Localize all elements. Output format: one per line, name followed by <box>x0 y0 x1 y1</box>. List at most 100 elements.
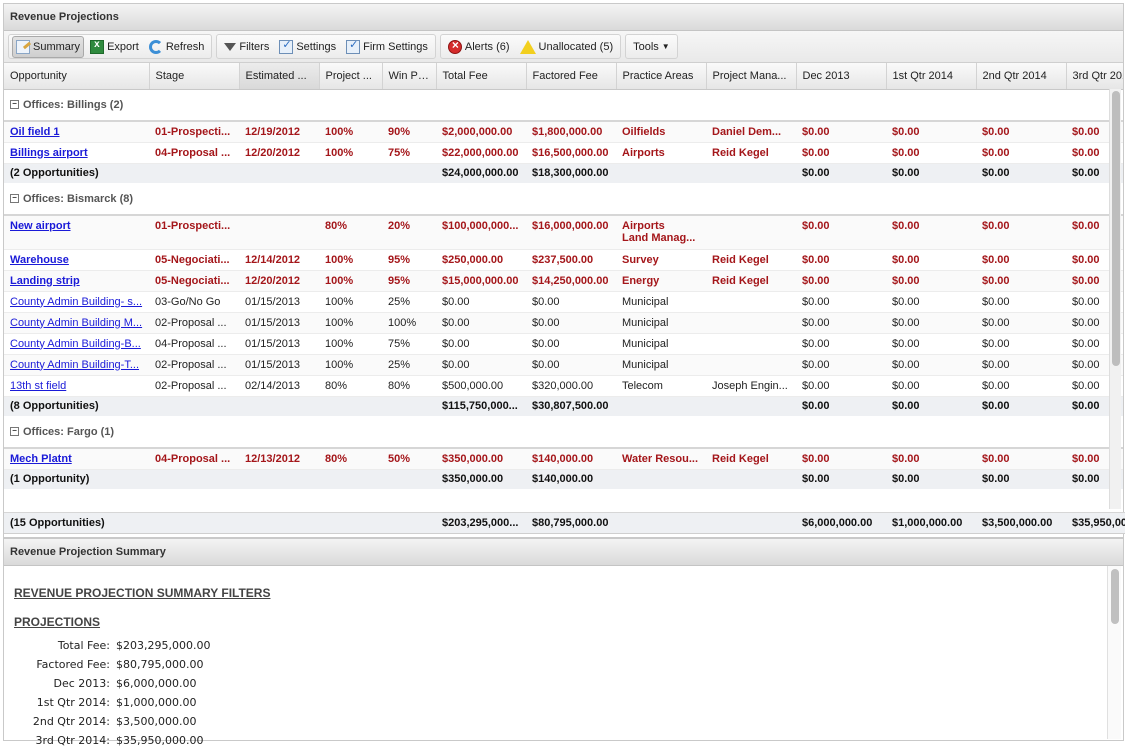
cell: $0.00 <box>436 333 526 355</box>
column-header[interactable]: Estimated ... <box>239 63 320 90</box>
filters-button[interactable]: Filters <box>220 36 273 58</box>
grid-vertical-scrollbar[interactable] <box>1109 89 1121 509</box>
cell: $0.00 <box>976 142 1066 164</box>
subtotal-cell: $0.00 <box>976 469 1066 489</box>
table-row[interactable]: County Admin Building-B... 04-Proposal ..… <box>4 333 1123 355</box>
cell: $250,000.00 <box>436 249 526 271</box>
subtotal-row: (2 Opportunities) $24,000,000.00 $18,300,0… <box>4 163 1123 183</box>
summary-button[interactable]: Summary <box>12 35 85 58</box>
filters-label: Filters <box>239 40 270 53</box>
group-label: Offices: Billings (2) <box>23 98 124 111</box>
cell: $0.00 <box>886 333 976 355</box>
subtotal-cell: $0.00 <box>796 469 886 489</box>
opportunity-link[interactable]: Landing strip <box>10 275 80 287</box>
unallocated-button[interactable]: Unallocated (5) <box>516 36 618 58</box>
subtotal-cell <box>239 396 319 416</box>
table-row[interactable]: Warehouse 05-Negociati... 12/14/2012 100% 95… <box>4 249 1123 271</box>
projection-row: 1st Qtr 2014: $1,000,000.00 <box>16 694 212 711</box>
cell: $0.00 <box>886 375 976 397</box>
tools-label: Tools <box>633 40 659 53</box>
table-row[interactable]: Billings airport 04-Proposal ... 12/20/201… <box>4 142 1123 164</box>
table-row[interactable]: New airport 01-Prospecti... 80% 20% $100,000… <box>4 215 1123 250</box>
table-row[interactable]: County Admin Building-T... 02-Proposal ..… <box>4 354 1123 376</box>
cell: Warehouse <box>4 249 149 271</box>
subtotal-cell: $0.00 <box>886 163 976 183</box>
column-header[interactable]: Stage <box>149 63 240 90</box>
cell: 02-Proposal ... <box>149 312 239 334</box>
opportunity-link[interactable]: County Admin Building-B... <box>10 338 141 350</box>
projection-row: 2nd Qtr 2014: $3,500,000.00 <box>16 713 212 730</box>
column-header[interactable]: Practice Areas <box>616 63 707 90</box>
table-row[interactable]: Landing strip 05-Negociati... 12/20/2012 10… <box>4 270 1123 292</box>
opportunity-link[interactable]: 13th st field <box>10 380 66 392</box>
column-header[interactable]: 3rd Qtr 2014 <box>1066 63 1123 90</box>
cell: 100% <box>319 312 382 334</box>
settings-label: Settings <box>296 40 337 53</box>
cell: $0.00 <box>976 375 1066 397</box>
scrollbar-thumb[interactable] <box>1111 569 1119 624</box>
scrollbar-thumb[interactable] <box>1112 91 1120 366</box>
cell: $22,000,000.00 <box>436 142 526 164</box>
column-header[interactable]: Win Pr... <box>382 63 437 90</box>
firm-settings-button[interactable]: Firm Settings <box>342 36 432 58</box>
excel-icon <box>90 39 105 54</box>
collapse-toggle-icon[interactable]: − <box>10 100 19 110</box>
subtotal-cell <box>382 469 436 489</box>
opportunity-link[interactable]: County Admin Building- s... <box>10 296 142 308</box>
column-header[interactable]: Project Mana... <box>706 63 797 90</box>
table-row[interactable]: Oil field 1 01-Prospecti... 12/19/2012 100%… <box>4 121 1123 143</box>
subtotal-cell <box>616 163 706 183</box>
opportunity-link[interactable]: Warehouse <box>10 254 69 266</box>
cell: $0.00 <box>796 215 886 250</box>
alerts-button[interactable]: Alerts (6) <box>444 36 514 58</box>
opportunities-grid: Opportunity Stage Estimated ... Project ...… <box>4 63 1123 537</box>
projection-label: 1st Qtr 2014: <box>36 696 110 709</box>
grand-total-cell: $203,295,000... <box>442 517 519 529</box>
refresh-button[interactable]: Refresh <box>145 36 209 58</box>
summary-label: Summary <box>33 40 81 53</box>
column-header[interactable]: Factored Fee <box>526 63 617 90</box>
group-label: Offices: Fargo (1) <box>23 425 115 438</box>
column-header[interactable]: Opportunity <box>4 63 150 90</box>
column-header[interactable]: 2nd Qtr 2014 <box>976 63 1067 90</box>
column-header[interactable]: Total Fee <box>436 63 527 90</box>
cell: $0.00 <box>436 291 526 313</box>
cell: Oil field 1 <box>4 121 149 143</box>
cell: $16,500,000.00 <box>526 142 616 164</box>
cell: 02/14/2013 <box>239 375 319 397</box>
cell: 80% <box>382 375 436 397</box>
cell: Reid Kegel <box>706 270 796 292</box>
cell: 12/20/2012 <box>239 270 319 292</box>
table-row[interactable]: Mech Platnt 04-Proposal ... 12/13/2012 80% 5… <box>4 448 1123 470</box>
toolbar-group-view: Summary Export Refresh <box>8 34 213 59</box>
subtotal-cell <box>706 469 796 489</box>
cell: $140,000.00 <box>526 448 616 470</box>
collapse-toggle-icon[interactable]: − <box>10 194 19 204</box>
opportunity-link[interactable]: County Admin Building M... <box>10 317 142 329</box>
opportunity-link[interactable]: County Admin Building-T... <box>10 359 139 371</box>
opportunity-link[interactable]: Billings airport <box>10 147 88 159</box>
cell <box>706 291 796 313</box>
table-row[interactable]: County Admin Building- s... 03-Go/No Go 01… <box>4 291 1123 313</box>
settings-button[interactable]: Settings <box>275 36 340 58</box>
projections-heading: PROJECTIONS <box>14 615 101 629</box>
column-header[interactable]: Dec 2013 <box>796 63 887 90</box>
cell: $0.00 <box>796 291 886 313</box>
opportunity-link[interactable]: New airport <box>10 220 71 232</box>
subtotal-cell: $0.00 <box>796 396 886 416</box>
cell: 01/15/2013 <box>239 312 319 334</box>
refresh-icon <box>148 39 163 54</box>
table-row[interactable]: County Admin Building M... 02-Proposal ..… <box>4 312 1123 334</box>
tools-dropdown[interactable]: Tools ▼ <box>629 36 674 58</box>
column-header[interactable]: Project ... <box>319 63 383 90</box>
summary-vertical-scrollbar[interactable] <box>1107 566 1121 739</box>
subtotal-cell <box>239 163 319 183</box>
table-row[interactable]: 13th st field 02-Proposal ... 02/14/2013 80… <box>4 375 1123 397</box>
column-header[interactable]: 1st Qtr 2014 <box>886 63 977 90</box>
opportunity-link[interactable]: Mech Platnt <box>10 453 72 465</box>
opportunity-link[interactable]: Oil field 1 <box>10 126 60 138</box>
collapse-toggle-icon[interactable]: − <box>10 427 19 437</box>
cell: 02-Proposal ... <box>149 375 239 397</box>
cell: $100,000,000... <box>436 215 526 250</box>
export-button[interactable]: Export <box>86 36 143 58</box>
